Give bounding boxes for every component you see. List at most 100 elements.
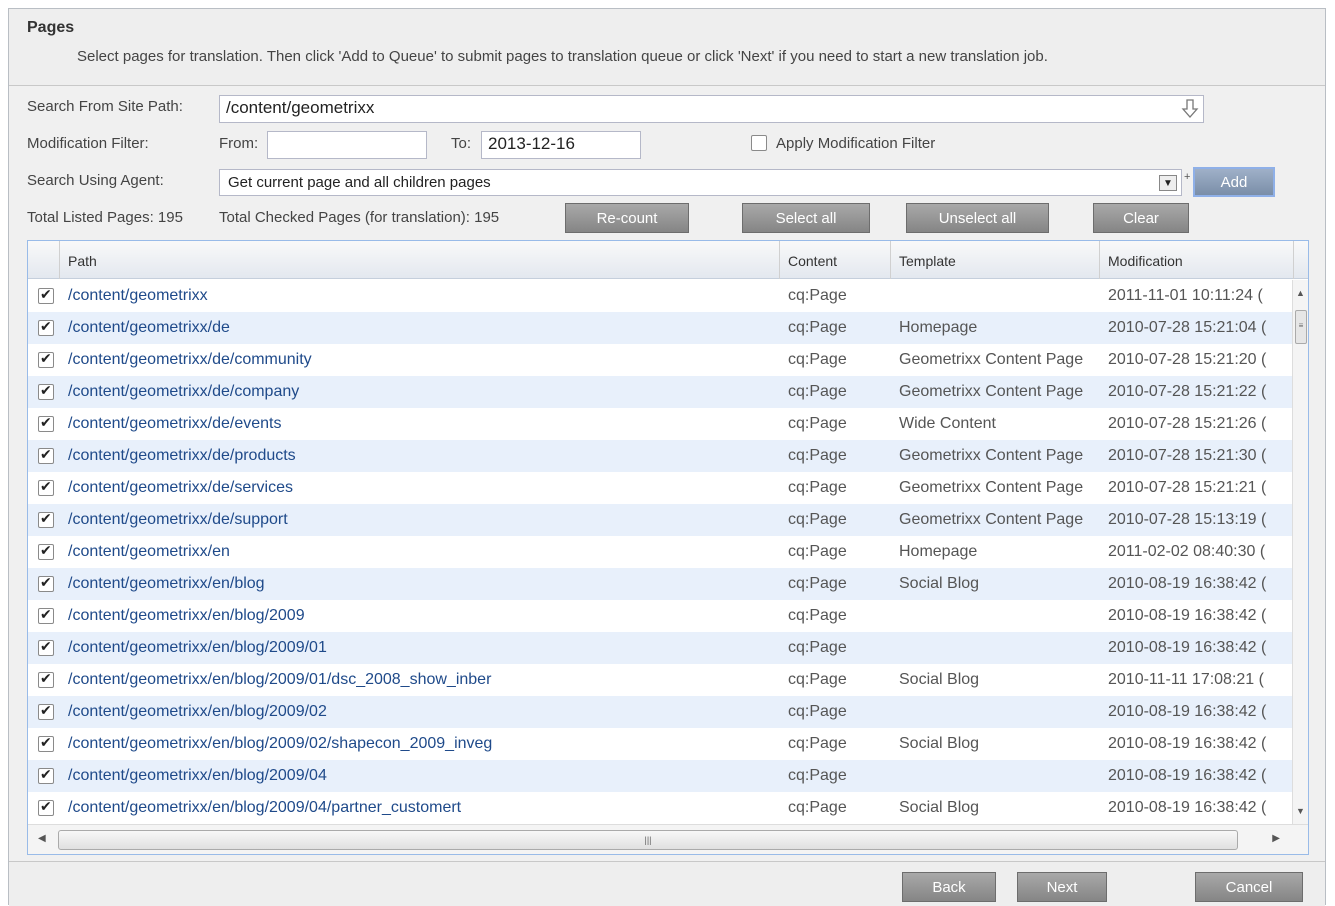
- vertical-scrollbar[interactable]: ▲ ≡ ▼: [1292, 280, 1308, 824]
- table-row[interactable]: /content/geometrixx/en/blog/2009/02 cq:Pa…: [28, 696, 1292, 728]
- site-path-input[interactable]: /content/geometrixx: [219, 95, 1204, 123]
- column-header-modification[interactable]: Modification: [1100, 241, 1294, 279]
- scroll-left-icon[interactable]: ◀: [38, 833, 46, 844]
- scroll-up-icon[interactable]: ▲: [1296, 288, 1305, 298]
- table-row[interactable]: /content/geometrixx/en/blog/2009/04 cq:Pa…: [28, 760, 1292, 792]
- table-row[interactable]: /content/geometrixx/en/blog/2009/01 cq:Pa…: [28, 632, 1292, 664]
- cell-content: cq:Page: [788, 639, 847, 656]
- row-checkbox[interactable]: [38, 734, 54, 752]
- cell-template: Social Blog: [899, 799, 980, 816]
- cell-modification: 2011-02-02 08:40:30 (: [1108, 543, 1266, 560]
- clear-button[interactable]: Clear: [1093, 203, 1189, 233]
- row-checkbox[interactable]: [38, 606, 54, 624]
- row-checkbox[interactable]: [38, 318, 54, 336]
- table-row[interactable]: /content/geometrixx/de/products cq:Page Ge…: [28, 440, 1292, 472]
- horizontal-scroll-thumb[interactable]: |||: [58, 830, 1238, 850]
- cell-path[interactable]: /content/geometrixx/de: [68, 312, 768, 344]
- cell-path[interactable]: /content/geometrixx/en: [68, 536, 768, 568]
- cell-path[interactable]: /content/geometrixx/en/blog/2009/02/shap…: [68, 728, 768, 760]
- table-row[interactable]: /content/geometrixx cq:Page 2011-11-01 10:…: [28, 280, 1292, 312]
- table-row[interactable]: /content/geometrixx/en/blog/2009 cq:Page 2…: [28, 600, 1292, 632]
- row-checkbox[interactable]: [38, 286, 54, 304]
- cell-template: Social Blog: [899, 671, 980, 688]
- table-row[interactable]: /content/geometrixx/de/services cq:Page Ge…: [28, 472, 1292, 504]
- column-header-content[interactable]: Content: [780, 241, 891, 279]
- cell-template: Social Blog: [899, 575, 980, 592]
- row-checkbox[interactable]: [38, 382, 54, 400]
- agent-label: Search Using Agent:: [27, 172, 164, 189]
- scroll-down-icon[interactable]: ▼: [1296, 806, 1305, 816]
- table-row[interactable]: /content/geometrixx/de cq:Page Homepage 201…: [28, 312, 1292, 344]
- row-checkbox[interactable]: [38, 350, 54, 368]
- cell-content: cq:Page: [788, 287, 847, 304]
- chevron-down-icon[interactable]: ▼: [1159, 175, 1177, 191]
- next-button[interactable]: Next: [1017, 872, 1107, 902]
- cell-path[interactable]: /content/geometrixx/en/blog/2009/01: [68, 632, 768, 664]
- cell-content: cq:Page: [788, 319, 847, 336]
- cell-path[interactable]: /content/geometrixx/de/services: [68, 472, 768, 504]
- cell-path[interactable]: /content/geometrixx/en/blog/2009/01/dsc_…: [68, 664, 768, 696]
- row-checkbox[interactable]: [38, 574, 54, 592]
- table-row[interactable]: /content/geometrixx/de/company cq:Page Geo…: [28, 376, 1292, 408]
- cell-modification: 2010-11-11 17:08:21 (: [1108, 671, 1264, 688]
- column-header-path[interactable]: Path: [60, 241, 780, 279]
- cell-path[interactable]: /content/geometrixx/en/blog/2009: [68, 600, 768, 632]
- to-date-input[interactable]: 2013-12-16: [481, 131, 641, 159]
- column-header-template[interactable]: Template: [891, 241, 1100, 279]
- column-header-checkbox[interactable]: [28, 241, 60, 279]
- from-date-input[interactable]: [267, 131, 427, 159]
- cell-path[interactable]: /content/geometrixx/de/support: [68, 504, 768, 536]
- cell-path[interactable]: /content/geometrixx/en/blog/2009/04/part…: [68, 792, 768, 824]
- from-label: From:: [219, 135, 259, 152]
- recount-button[interactable]: Re-count: [565, 203, 689, 233]
- table-row[interactable]: /content/geometrixx/en/blog cq:Page Social…: [28, 568, 1292, 600]
- row-checkbox[interactable]: [38, 542, 54, 560]
- cell-path[interactable]: /content/geometrixx/en/blog: [68, 568, 768, 600]
- row-checkbox[interactable]: [38, 766, 54, 784]
- row-checkbox[interactable]: [38, 702, 54, 720]
- cell-path[interactable]: /content/geometrixx: [68, 280, 768, 312]
- agent-select[interactable]: Get current page and all children pages …: [219, 169, 1182, 196]
- scroll-thumb[interactable]: ≡: [1295, 310, 1307, 344]
- path-browse-icon[interactable]: [1177, 95, 1203, 123]
- horizontal-scrollbar[interactable]: ◀ ||| ▶: [28, 824, 1308, 854]
- cell-path[interactable]: /content/geometrixx/en/blog/2009/02: [68, 696, 768, 728]
- add-button[interactable]: Add: [1193, 167, 1275, 197]
- select-all-button[interactable]: Select all: [742, 203, 870, 233]
- cell-path[interactable]: /content/geometrixx/en/blog/2009/04: [68, 760, 768, 792]
- cell-modification: 2010-08-19 16:38:42 (: [1108, 799, 1267, 816]
- row-checkbox[interactable]: [38, 414, 54, 432]
- cell-modification: 2010-08-19 16:38:42 (: [1108, 767, 1267, 784]
- cancel-button[interactable]: Cancel: [1195, 872, 1303, 902]
- row-checkbox[interactable]: [38, 510, 54, 528]
- table-row[interactable]: /content/geometrixx/en cq:Page Homepage 201…: [28, 536, 1292, 568]
- cell-modification: 2010-07-28 15:21:20 (: [1108, 351, 1267, 368]
- cell-path[interactable]: /content/geometrixx/de/community: [68, 344, 768, 376]
- cell-path[interactable]: /content/geometrixx/de/products: [68, 440, 768, 472]
- table-row[interactable]: /content/geometrixx/de/support cq:Page Geo…: [28, 504, 1292, 536]
- table-row[interactable]: /content/geometrixx/en/blog/2009/02/shap…: [28, 728, 1292, 760]
- table-row[interactable]: /content/geometrixx/de/events cq:Page Wide…: [28, 408, 1292, 440]
- table-row[interactable]: /content/geometrixx/de/community cq:Page G…: [28, 344, 1292, 376]
- cell-path[interactable]: /content/geometrixx/de/company: [68, 376, 768, 408]
- row-checkbox[interactable]: [38, 478, 54, 496]
- table-row[interactable]: /content/geometrixx/en/blog/2009/01/dsc_…: [28, 664, 1292, 696]
- total-listed-pages: Total Listed Pages: 195: [27, 209, 183, 226]
- table-row[interactable]: /content/geometrixx/en/blog/2009/04/part…: [28, 792, 1292, 824]
- row-checkbox[interactable]: [38, 638, 54, 656]
- to-label: To:: [451, 135, 472, 152]
- cell-content: cq:Page: [788, 767, 847, 784]
- cell-content: cq:Page: [788, 799, 847, 816]
- apply-filter-label: Apply Modification Filter: [776, 135, 936, 152]
- row-checkbox[interactable]: [38, 446, 54, 464]
- cell-content: cq:Page: [788, 351, 847, 368]
- unselect-all-button[interactable]: Unselect all: [906, 203, 1049, 233]
- row-checkbox[interactable]: [38, 670, 54, 688]
- back-button[interactable]: Back: [902, 872, 996, 902]
- cell-modification: 2010-07-28 15:21:30 (: [1108, 447, 1267, 464]
- scroll-right-icon[interactable]: ▶: [1272, 833, 1280, 844]
- cell-path[interactable]: /content/geometrixx/de/events: [68, 408, 768, 440]
- site-path-label: Search From Site Path:: [27, 98, 183, 115]
- row-checkbox[interactable]: [38, 798, 54, 816]
- apply-filter-checkbox[interactable]: [751, 135, 767, 151]
